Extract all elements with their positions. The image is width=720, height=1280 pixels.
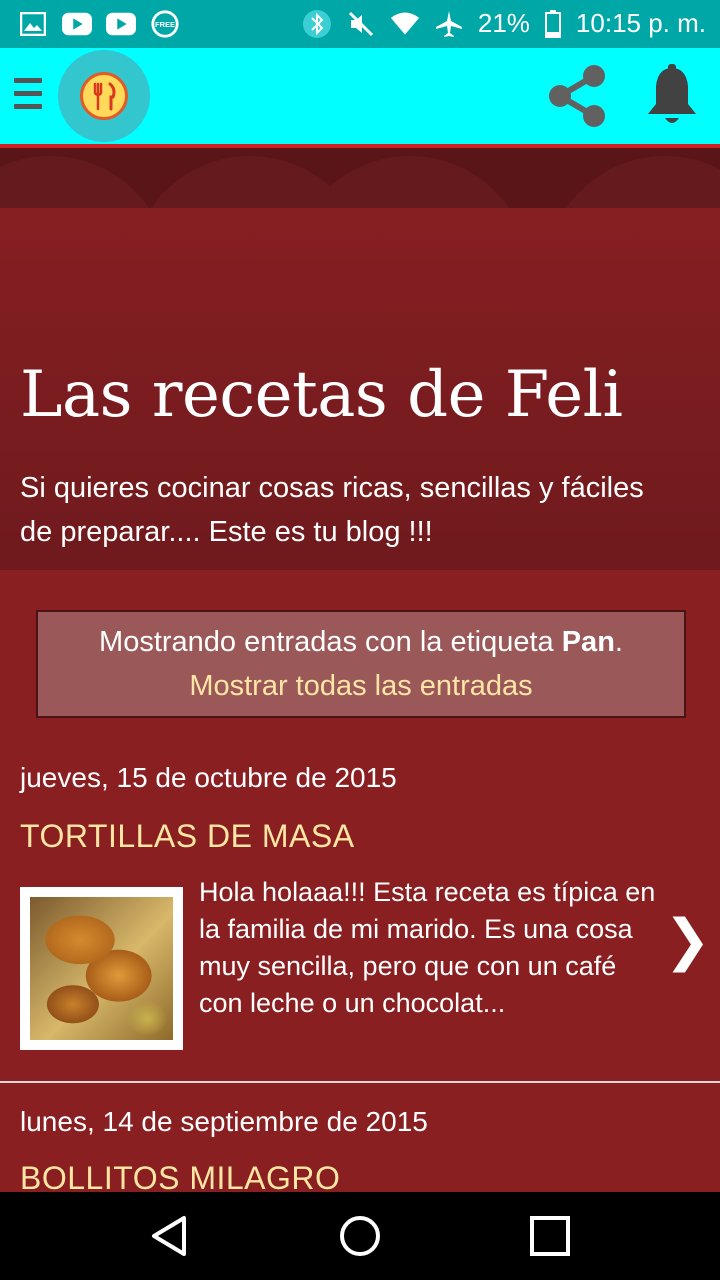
clock: 10:15 p. m. xyxy=(575,8,706,38)
app-toolbar xyxy=(0,48,720,144)
header-decoration xyxy=(0,148,720,208)
svg-text:FREE: FREE xyxy=(155,20,175,29)
youtube-icon xyxy=(106,10,136,38)
post-date: jueves, 15 de octubre de 2015 xyxy=(20,762,397,793)
label-filter-notice: Mostrando entradas con la etiqueta Pan. … xyxy=(36,610,686,718)
share-icon[interactable] xyxy=(540,60,612,132)
youtube-icon xyxy=(62,10,92,38)
battery-icon xyxy=(544,9,562,38)
fork-knife-icon xyxy=(80,72,128,120)
app-logo-button[interactable] xyxy=(58,50,150,142)
post-divider xyxy=(0,1081,720,1083)
blog-description: Si quieres cocinar cosas ricas, sencilla… xyxy=(20,472,644,548)
hamburger-icon[interactable] xyxy=(14,78,42,112)
free-app-icon: FREE xyxy=(150,10,180,38)
label-filter-text: Mostrando entradas con la etiqueta Pan. xyxy=(99,626,623,658)
show-all-posts-link[interactable]: Mostrar todas las entradas xyxy=(38,668,684,704)
gallery-icon xyxy=(18,10,48,38)
bluetooth-icon xyxy=(302,9,332,38)
wifi-icon xyxy=(390,10,420,38)
label-name: Pan xyxy=(561,626,615,658)
bell-icon[interactable] xyxy=(640,62,704,130)
status-bar: FREE 21% 10:15 p. m. xyxy=(0,0,720,48)
tortillas-image xyxy=(30,897,173,1040)
post-thumbnail[interactable] xyxy=(20,887,183,1050)
post-date: lunes, 14 de septiembre de 2015 xyxy=(20,1106,428,1137)
battery-percent: 21% xyxy=(477,8,530,38)
airplane-icon xyxy=(434,10,464,38)
post-title-link[interactable]: TORTILLAS DE MASA xyxy=(20,818,355,855)
blog-header: Las recetas de Feli Si quieres cocinar c… xyxy=(0,208,720,570)
home-circle-icon[interactable] xyxy=(336,1212,384,1260)
blog-title[interactable]: Las recetas de Feli xyxy=(20,358,623,432)
back-triangle-icon[interactable] xyxy=(146,1212,194,1260)
post-snippet: Hola holaaa!!! Esta receta es típica en … xyxy=(199,877,656,1018)
chevron-right-icon[interactable]: ❯ xyxy=(664,912,711,968)
mute-icon xyxy=(346,10,376,38)
recents-square-icon[interactable] xyxy=(526,1212,574,1260)
system-navigation-bar xyxy=(0,1192,720,1280)
